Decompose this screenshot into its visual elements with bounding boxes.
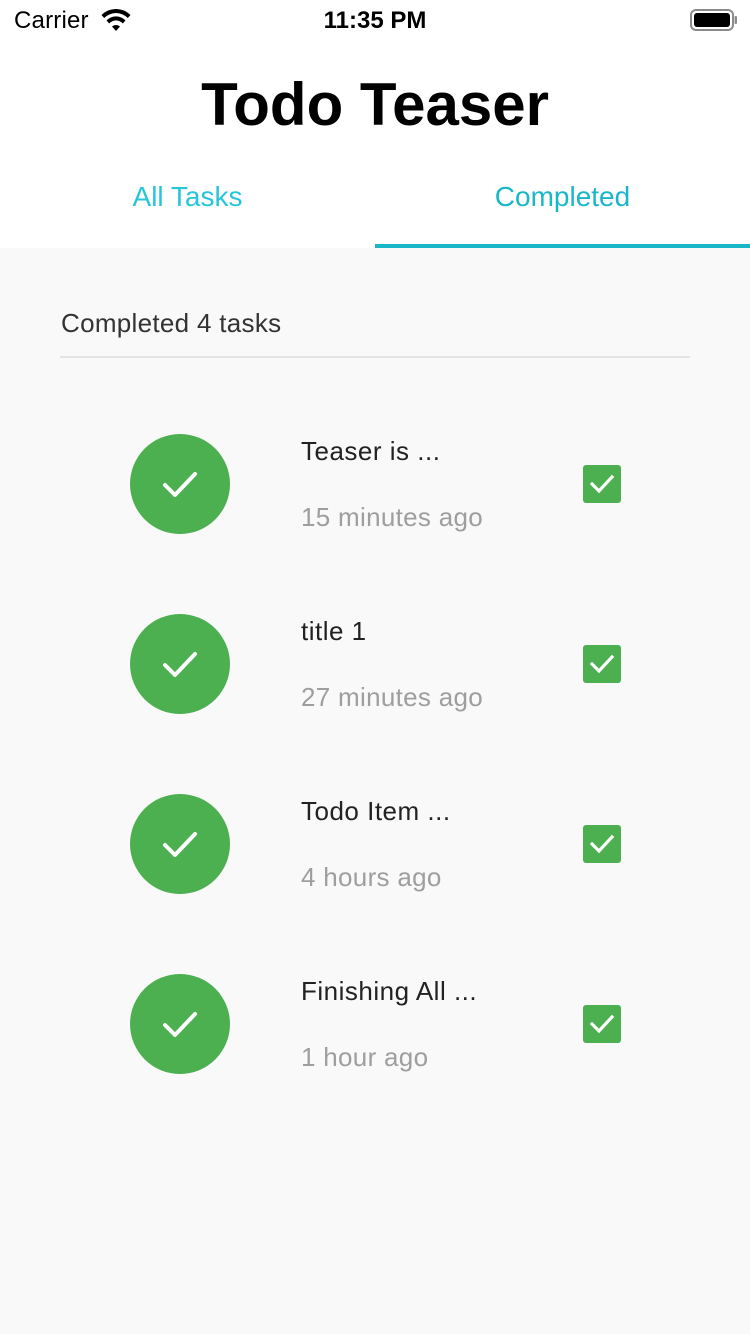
task-checkbox[interactable] bbox=[583, 1005, 621, 1043]
task-list: Teaser is ... 15 minutes ago title 1 27 … bbox=[0, 434, 750, 1154]
tab-label: All Tasks bbox=[132, 181, 243, 212]
checkbox-check-icon bbox=[589, 1014, 615, 1034]
screen: Carrier 11:35 PM Todo Teaser All Tasks C… bbox=[0, 0, 750, 1334]
task-timestamp: 1 hour ago bbox=[301, 1042, 429, 1072]
tab-bar: All Tasks Completed bbox=[0, 155, 750, 248]
check-icon bbox=[163, 472, 197, 497]
task-title: Todo Item ... bbox=[301, 796, 451, 826]
page-title: Todo Teaser bbox=[201, 71, 549, 138]
main-content: Completed 4 tasks Teaser is ... 15 minut… bbox=[0, 248, 750, 1334]
battery-full-icon bbox=[690, 9, 737, 31]
task-avatar bbox=[130, 614, 230, 714]
list-item[interactable]: Finishing All ... 1 hour ago bbox=[0, 974, 750, 1154]
check-icon bbox=[163, 1012, 197, 1037]
status-bar: Carrier 11:35 PM bbox=[0, 0, 750, 40]
app-header: Todo Teaser All Tasks Completed bbox=[0, 40, 750, 248]
tab-all-tasks[interactable]: All Tasks bbox=[0, 155, 375, 248]
completed-summary: Completed 4 tasks bbox=[61, 308, 282, 338]
task-title: title 1 bbox=[301, 616, 367, 646]
tab-label: Completed bbox=[494, 181, 631, 212]
task-avatar bbox=[130, 974, 230, 1074]
list-item[interactable]: title 1 27 minutes ago bbox=[0, 614, 750, 794]
task-timestamp: 4 hours ago bbox=[301, 862, 442, 892]
task-avatar bbox=[130, 794, 230, 894]
tab-completed[interactable]: Completed bbox=[375, 155, 750, 248]
task-checkbox[interactable] bbox=[583, 645, 621, 683]
task-checkbox[interactable] bbox=[583, 465, 621, 503]
check-icon bbox=[163, 652, 197, 677]
divider bbox=[60, 356, 690, 358]
task-title: Teaser is ... bbox=[301, 436, 441, 466]
task-avatar bbox=[130, 434, 230, 534]
task-checkbox[interactable] bbox=[583, 825, 621, 863]
clock: 11:35 PM bbox=[323, 7, 427, 34]
task-timestamp: 27 minutes ago bbox=[301, 682, 483, 712]
task-timestamp: 15 minutes ago bbox=[301, 502, 483, 532]
checkbox-check-icon bbox=[589, 654, 615, 674]
list-item[interactable]: Todo Item ... 4 hours ago bbox=[0, 794, 750, 974]
list-item[interactable]: Teaser is ... 15 minutes ago bbox=[0, 434, 750, 614]
task-title: Finishing All ... bbox=[301, 976, 478, 1006]
checkbox-check-icon bbox=[589, 474, 615, 494]
check-icon bbox=[163, 832, 197, 857]
checkbox-check-icon bbox=[589, 834, 615, 854]
